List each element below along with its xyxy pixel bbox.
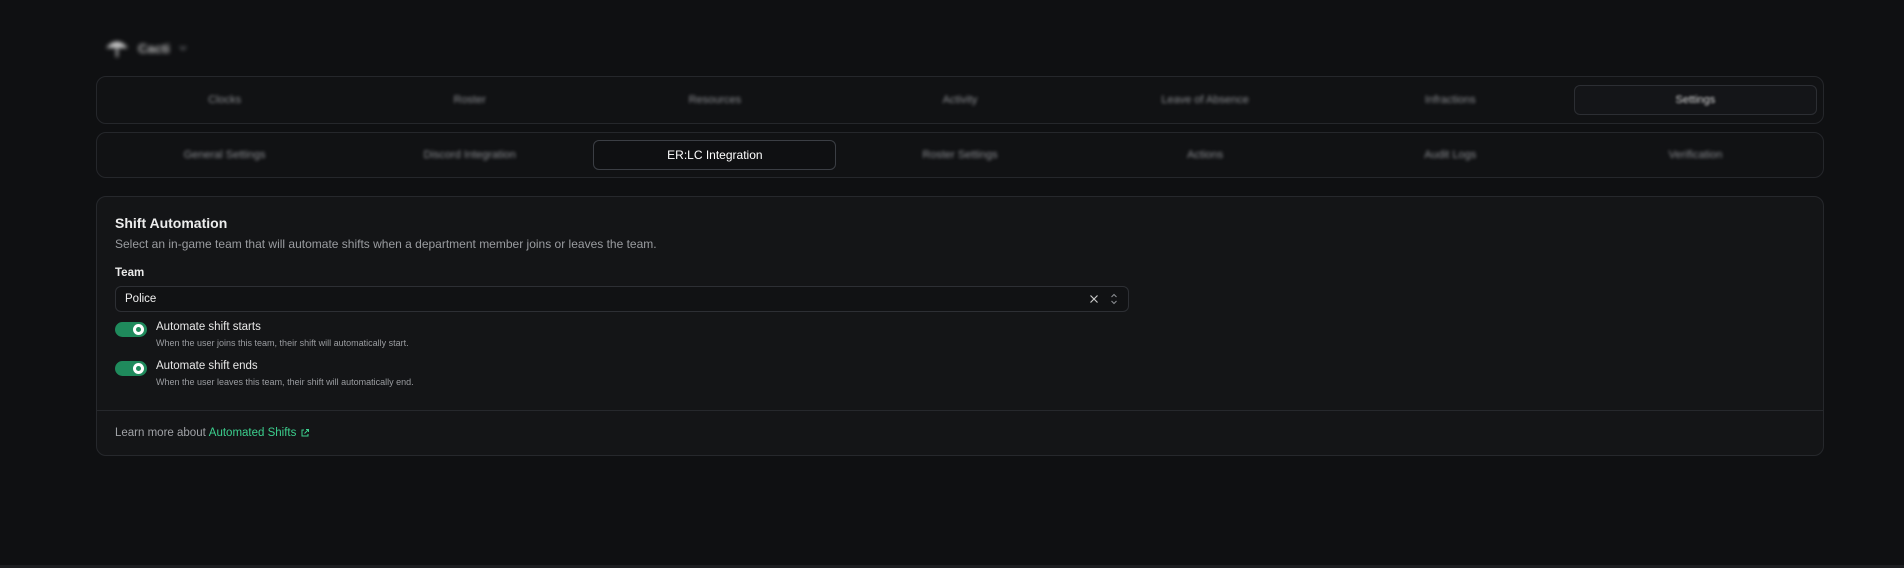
tab-label: Roster [453,94,486,106]
tab-erlc-integration[interactable]: ER:LC Integration [593,140,837,170]
close-icon[interactable] [1087,292,1101,306]
tab-general-settings[interactable]: General Settings [103,140,346,170]
automate-shift-starts-toggle[interactable] [115,322,147,337]
card-divider [97,410,1823,411]
toggle-label: Automate shift starts [156,321,261,333]
toggle-knob [133,324,144,335]
toggle-help-text: When the user leaves this team, their sh… [156,377,414,387]
tab-label: Activity [942,94,978,106]
tab-label: General Settings [183,149,266,161]
tab-settings[interactable]: Settings [1573,85,1817,115]
settings-nav: General Settings Discord Integration ER:… [96,132,1824,178]
tab-verification[interactable]: Verification [1574,140,1817,170]
card-title: Shift Automation [115,215,228,231]
tab-roster[interactable]: Roster [348,85,591,115]
main-nav: Clocks Roster Resources Activity Leave o… [96,76,1824,124]
card-description: Select an in-game team that will automat… [115,237,657,251]
tab-label: Settings [1675,94,1716,106]
toggle-knob [133,363,144,374]
shift-automation-card: Shift Automation Select an in-game team … [96,196,1824,456]
automated-shifts-link[interactable]: Automated Shifts [209,427,311,439]
page: Cacti Clocks Roster Resources Activity L… [0,0,1904,568]
tab-label: Audit Logs [1424,149,1477,161]
automate-shift-ends-toggle[interactable] [115,361,147,376]
tab-roster-settings[interactable]: Roster Settings [838,140,1081,170]
workspace-name: Cacti [138,40,170,56]
link-label: Automated Shifts [208,427,297,439]
toggle-help-text: When the user joins this team, their shi… [156,338,409,348]
tab-audit-logs[interactable]: Audit Logs [1329,140,1572,170]
automate-shift-ends-row: Automate shift ends When the user leaves… [115,360,414,387]
toggle-label: Automate shift ends [156,360,258,372]
tab-discord-integration[interactable]: Discord Integration [348,140,591,170]
tab-clocks[interactable]: Clocks [103,85,346,115]
footer-text: Learn more about [115,427,206,439]
chevron-down-icon [179,46,187,51]
tab-actions[interactable]: Actions [1084,140,1327,170]
chevron-up-down-icon [1111,293,1117,305]
tab-infractions[interactable]: Infractions [1329,85,1572,115]
tab-label: Infractions [1424,94,1476,106]
tab-label: Verification [1668,149,1723,161]
tab-label: Leave of Absence [1161,94,1249,106]
tab-label: Clocks [208,94,242,106]
team-select-value: Police [125,293,157,305]
umbrella-icon [106,41,128,57]
tab-label: Actions [1187,149,1224,161]
tab-resources[interactable]: Resources [593,85,836,115]
tab-activity[interactable]: Activity [838,85,1081,115]
automate-shift-starts-row: Automate shift starts When the user join… [115,321,409,348]
workspace-switcher[interactable]: Cacti [104,32,188,64]
team-field-label: Team [115,267,145,279]
card-footer: Learn more about Automated Shifts [115,427,310,439]
tab-label: Roster Settings [922,149,998,161]
tab-leave-of-absence[interactable]: Leave of Absence [1084,85,1327,115]
tab-label: ER:LC Integration [667,148,763,162]
external-link-icon [301,429,310,437]
tab-label: Discord Integration [423,149,516,161]
tab-label: Resources [688,94,742,106]
team-select[interactable]: Police [115,286,1129,312]
